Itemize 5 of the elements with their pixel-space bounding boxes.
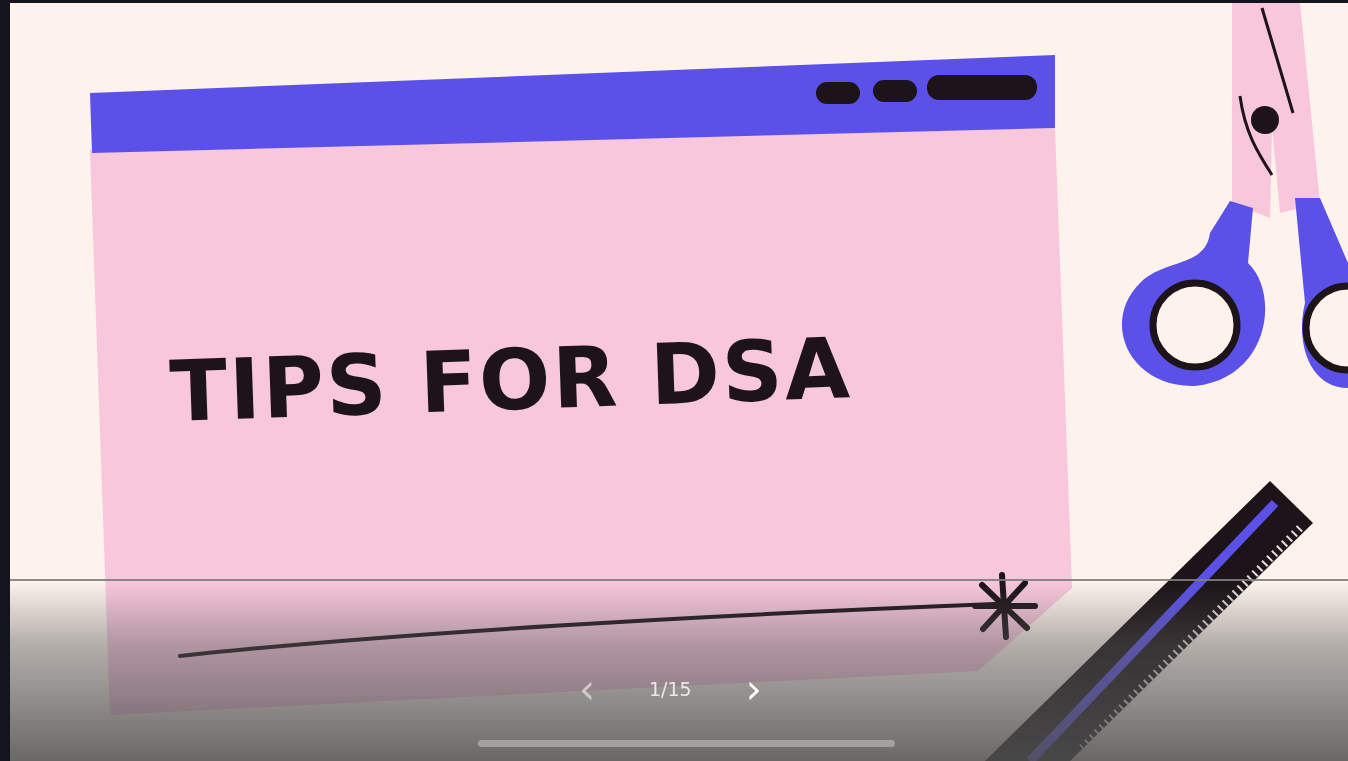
page-counter: 1/15 <box>649 678 692 700</box>
next-button[interactable]: › <box>741 671 766 707</box>
previous-button[interactable]: ‹ <box>575 671 599 707</box>
slide-title: TIPS FOR DSA <box>168 319 854 441</box>
scroll-bar[interactable] <box>478 740 895 747</box>
